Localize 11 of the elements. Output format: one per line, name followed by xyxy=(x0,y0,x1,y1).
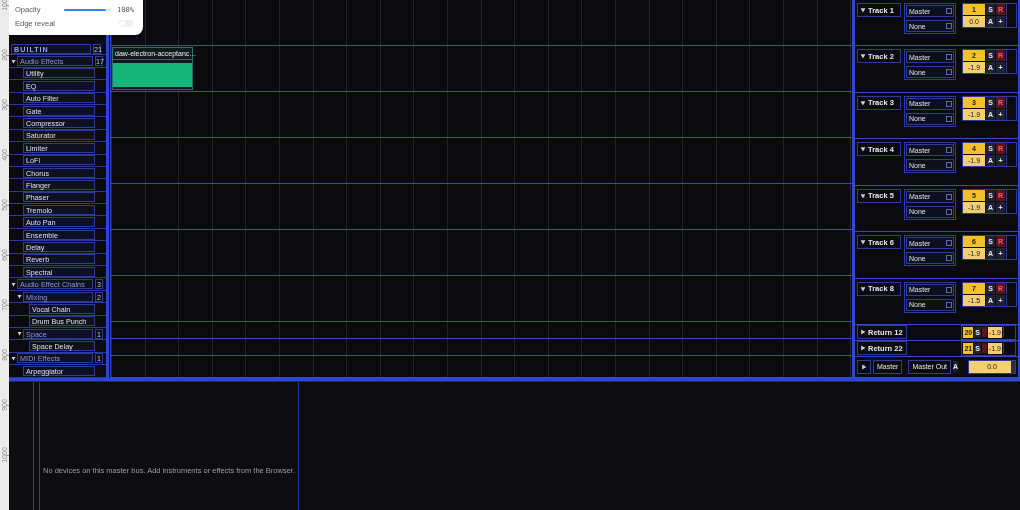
caret-right-icon[interactable] xyxy=(860,329,866,336)
caret-down-icon[interactable] xyxy=(17,294,22,299)
caret-down-icon[interactable] xyxy=(860,99,866,106)
caret-right-icon[interactable] xyxy=(861,363,867,370)
caret-down-icon[interactable] xyxy=(860,285,866,292)
caret-down-icon[interactable] xyxy=(860,239,866,246)
caret-right-icon[interactable] xyxy=(860,345,866,352)
caret-down-icon[interactable] xyxy=(860,7,866,13)
caret-down-icon[interactable] xyxy=(860,192,866,199)
caret-down-icon[interactable] xyxy=(860,53,866,60)
caret-down-icon[interactable] xyxy=(860,146,866,153)
